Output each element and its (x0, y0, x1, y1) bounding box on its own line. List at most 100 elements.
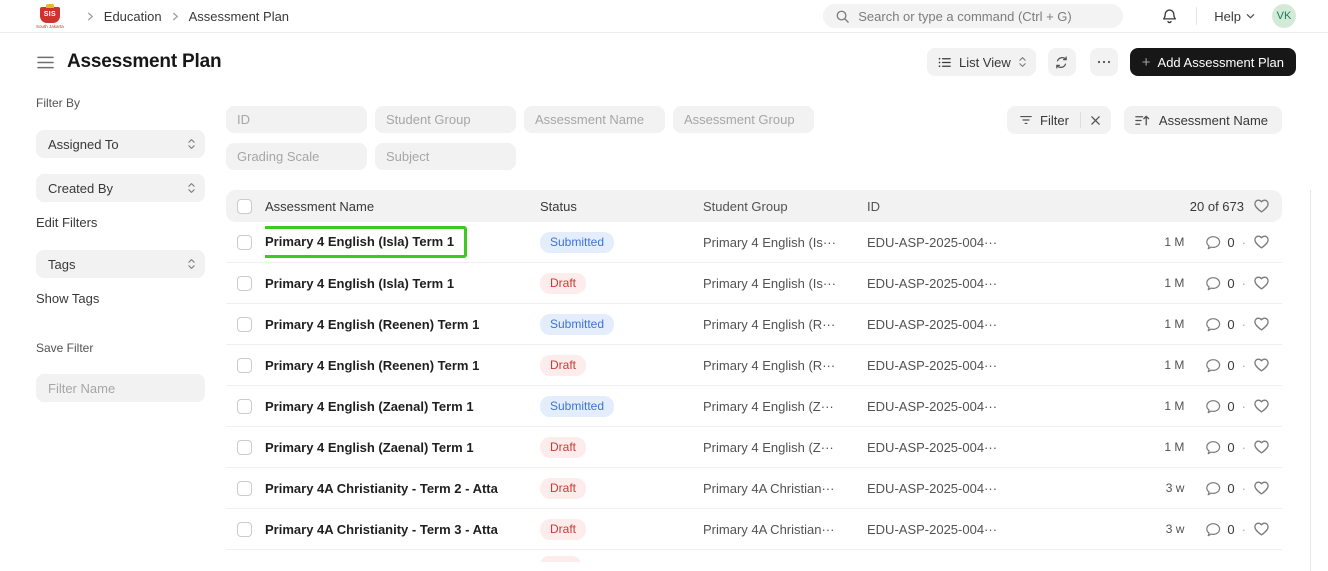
row-checkbox[interactable] (237, 235, 252, 250)
created-by-select[interactable]: Created By (36, 174, 205, 202)
row-modified-time: 1 M (1164, 399, 1184, 413)
comment-count-button[interactable]: 0 (1205, 276, 1234, 291)
column-assessment-name[interactable]: Assessment Name (265, 199, 540, 214)
row-name-link[interactable]: Primary 4 English (Isla) Term 1 (265, 226, 540, 258)
status-badge: Submitted (540, 232, 614, 253)
edit-filters-link[interactable]: Edit Filters (36, 215, 97, 230)
separator-dot: · (1242, 358, 1246, 373)
sidebar-toggle-icon[interactable] (36, 55, 55, 70)
comment-count-button[interactable]: 0 (1205, 358, 1234, 373)
row-name-link[interactable]: Primary 4A Christianity - Term 2 - Atta (265, 481, 540, 496)
row-name-link[interactable]: Primary 4 English (Zaenal) Term 1 (265, 399, 540, 414)
row-name-link[interactable]: Primary 4 English (Zaenal) Term 1 (265, 440, 540, 455)
comment-count-button[interactable]: 0 (1205, 481, 1234, 496)
column-status[interactable]: Status (540, 199, 703, 214)
chevron-right-icon (86, 12, 95, 21)
assigned-to-select[interactable]: Assigned To (36, 130, 205, 158)
tags-select[interactable]: Tags (36, 250, 205, 278)
filter-field-assessment-group[interactable] (673, 106, 814, 133)
select-all-checkbox[interactable] (237, 199, 252, 214)
like-heart-icon[interactable] (1253, 398, 1270, 414)
row-student-group: Primary 4 English (Z··· (703, 399, 867, 414)
filter-fields (226, 106, 822, 170)
comment-icon (1205, 522, 1221, 537)
row-student-group: Primary 4 English (Is··· (703, 276, 867, 291)
comment-count-button[interactable]: 0 (1205, 399, 1234, 414)
status-badge: Submitted (540, 396, 614, 417)
like-heart-icon[interactable] (1253, 357, 1270, 373)
like-heart-icon[interactable] (1253, 275, 1270, 291)
select-chevrons-icon (187, 257, 196, 271)
search-input[interactable] (858, 9, 1111, 24)
refresh-button[interactable] (1048, 48, 1076, 76)
status-badge: Draft (540, 437, 586, 458)
global-search[interactable] (823, 4, 1123, 28)
row-checkbox[interactable] (237, 481, 252, 496)
filter-button-label: Filter (1040, 113, 1069, 128)
row-checkbox[interactable] (237, 522, 252, 537)
table-row: Primary 4 English (Zaenal) Term 1 Submit… (226, 386, 1282, 427)
like-heart-icon[interactable] (1253, 234, 1270, 250)
sort-button[interactable]: Assessment Name (1124, 106, 1282, 134)
menu-button[interactable] (1090, 48, 1118, 76)
filter-name-input[interactable] (36, 374, 205, 402)
row-id: EDU-ASP-2025-004··· (867, 276, 1037, 291)
table-row: Primary 4 English (Isla) Term 1 Draft Pr… (226, 263, 1282, 304)
select-chevrons-icon (187, 181, 196, 195)
view-switcher-button[interactable]: List View (927, 48, 1036, 76)
show-tags-link[interactable]: Show Tags (36, 291, 99, 306)
filter-field-student-group[interactable] (375, 106, 516, 133)
row-checkbox[interactable] (237, 317, 252, 332)
filter-field-grading-scale[interactable] (226, 143, 367, 170)
scrollbar[interactable] (1310, 190, 1311, 571)
column-id[interactable]: ID (867, 199, 1037, 214)
save-filter-label: Save Filter (36, 341, 219, 355)
separator-dot: · (1242, 481, 1246, 496)
notifications-bell-icon[interactable] (1161, 8, 1178, 25)
row-checkbox[interactable] (237, 276, 252, 291)
sort-by-label: Assessment Name (1159, 113, 1268, 128)
comment-count-button[interactable]: 0 (1205, 522, 1234, 537)
breadcrumb-assessment-plan[interactable]: Assessment Plan (189, 9, 289, 24)
like-heart-icon[interactable] (1253, 439, 1270, 455)
comment-icon (1205, 481, 1221, 496)
filter-button[interactable]: Filter (1007, 106, 1080, 134)
comment-icon (1205, 399, 1221, 414)
comment-count-button[interactable]: 0 (1205, 235, 1234, 250)
filter-field-id[interactable] (226, 106, 367, 133)
filter-field-subject[interactable] (375, 143, 516, 170)
column-student-group[interactable]: Student Group (703, 199, 867, 214)
row-checkbox[interactable] (237, 399, 252, 414)
row-student-group: Primary 4 English (R··· (703, 358, 867, 373)
row-modified-time: 1 M (1164, 235, 1184, 249)
like-heart-icon[interactable] (1253, 521, 1270, 537)
row-checkbox[interactable] (237, 440, 252, 455)
app-logo[interactable]: SIS South Jakarta (36, 7, 64, 29)
like-heart-icon[interactable] (1253, 316, 1270, 332)
row-student-group: Primary 4A Christian··· (703, 522, 867, 537)
chevron-right-icon (171, 12, 180, 21)
comment-count-button[interactable]: 0 (1205, 440, 1234, 455)
refresh-icon (1054, 55, 1069, 70)
clear-filter-button[interactable] (1081, 106, 1111, 134)
divider (1196, 7, 1197, 25)
navbar: SIS South Jakarta Education Assessment P… (0, 0, 1328, 33)
row-name-link[interactable]: Primary 4A Christianity - Term 3 - Atta (265, 522, 540, 537)
avatar[interactable]: VK (1272, 4, 1296, 28)
liked-filter-heart-icon[interactable] (1253, 198, 1270, 214)
row-id: EDU-ASP-2025-004··· (867, 358, 1037, 373)
separator-dot: · (1242, 317, 1246, 332)
help-menu[interactable]: Help (1214, 9, 1255, 24)
filter-field-assessment-name[interactable] (524, 106, 665, 133)
breadcrumb-education[interactable]: Education (104, 9, 162, 24)
table-row: Primary 4 English (Zaenal) Term 1 Draft … (226, 427, 1282, 468)
comment-count-button[interactable]: 0 (1205, 317, 1234, 332)
row-name-link[interactable]: Primary 4 English (Reenen) Term 1 (265, 358, 540, 373)
row-checkbox[interactable] (237, 358, 252, 373)
row-name-link[interactable]: Primary 4 English (Isla) Term 1 (265, 276, 540, 291)
add-assessment-plan-button[interactable]: + Add Assessment Plan (1130, 48, 1296, 76)
table-row: Primary 4A Christianity - Term 2 - Atta … (226, 468, 1282, 509)
row-name-link[interactable]: Primary 4 English (Reenen) Term 1 (265, 317, 540, 332)
comment-icon (1205, 235, 1221, 250)
like-heart-icon[interactable] (1253, 480, 1270, 496)
